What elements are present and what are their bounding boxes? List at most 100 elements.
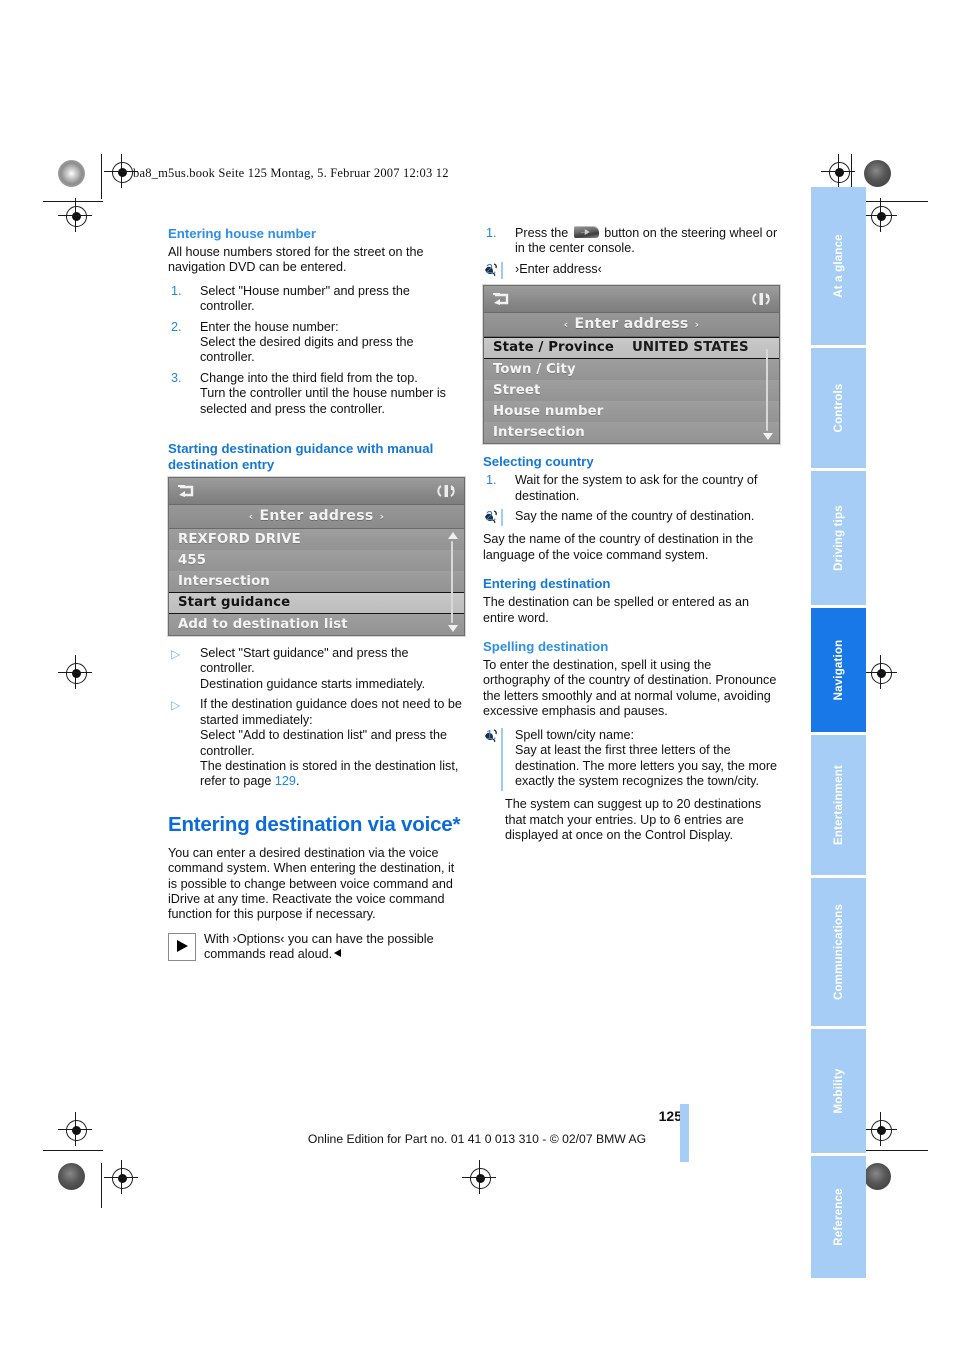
voice-step-bar [501, 727, 503, 792]
title-arrow-right[interactable]: › [373, 510, 390, 523]
tab-reference[interactable]: Reference [811, 1156, 866, 1278]
scroll-track [451, 541, 453, 624]
screen-scrollbar[interactable] [761, 337, 775, 443]
step-number: 2. [171, 319, 182, 334]
step-continuation: Say at least the first three letters of … [515, 743, 778, 788]
tab-navigation[interactable]: Navigation [811, 608, 866, 732]
scroll-down-arrow-icon[interactable] [763, 433, 773, 441]
controller-rotate-icon [436, 482, 456, 500]
screen-row-intersection[interactable]: Intersection [484, 422, 779, 444]
registration-mark-mid-right [863, 655, 897, 689]
screen-row-street[interactable]: REXFORD DRIVE [169, 529, 464, 551]
registration-dot-top-left [58, 160, 85, 187]
list-item: 2. Say the name of the country of destin… [483, 509, 778, 527]
tab-entertainment[interactable]: Entertainment [811, 735, 866, 875]
list-item: 1. Spell town/city name: Say at least th… [483, 727, 778, 792]
registration-dot-bottom-right [864, 1163, 891, 1190]
tab-label: At a glance [832, 234, 845, 298]
screen-menu-list: REXFORD DRIVE 455 Intersection Start gui… [169, 529, 464, 636]
list-item: 1. Select "House number" and press the c… [168, 284, 463, 315]
tab-label: Mobility [832, 1068, 845, 1114]
screen-row-label: State / Province [493, 340, 615, 356]
guidance-bullet-list: ▷ Select "Start guidance" and press the … [168, 646, 463, 790]
registration-mark-bottom-left-2 [104, 1160, 138, 1194]
bullet-continuation: Select "Add to destination list" and pre… [200, 728, 447, 758]
screen-row-state-province[interactable]: State / Province UNITED STATES [484, 337, 779, 360]
step-number: 1. [171, 283, 182, 298]
screen-row-intersection[interactable]: Intersection [169, 571, 464, 593]
step-number: 1. [486, 727, 497, 742]
screen-row-add-to-destination-list[interactable]: Add to destination list [169, 614, 464, 636]
bullet-continuation-2-text: The destination is stored in the destina… [200, 758, 459, 789]
steering-wheel-voice-button-icon [573, 226, 599, 238]
trim-line-left-vertical [101, 154, 102, 199]
heading-spelling-destination: Spelling destination [483, 639, 609, 655]
left-column: Entering house number All house numbers … [168, 226, 465, 963]
screen-row-street[interactable]: Street [484, 380, 779, 402]
list-item: 2. ›Enter address‹ [483, 261, 778, 280]
heading-entering-house-number: Entering house number [168, 226, 317, 241]
triangle-bullet-icon: ▷ [171, 647, 181, 662]
controller-rotate-icon [751, 290, 771, 308]
screen-top-bar [484, 286, 779, 314]
voice-start-steps: 1. Press the button on the steering whee… [483, 226, 778, 280]
bullet-continuation-2-end: . [295, 774, 300, 789]
paragraph-voice-intro: You can enter a desired destination via … [168, 845, 455, 922]
screen-row-house-number[interactable]: House number [484, 401, 779, 423]
screen-top-bar [169, 478, 464, 506]
note-text-value: With ›Options‹ you can have the possible… [204, 931, 434, 962]
paragraph-suggestions: The system can suggest up to 20 destinat… [505, 797, 762, 843]
screen-row-start-guidance[interactable]: Start guidance [169, 592, 464, 615]
step-text: Enter the house number: [200, 319, 339, 334]
list-item: 1. Press the button on the steering whee… [483, 226, 778, 257]
screen-scrollbar[interactable] [446, 529, 460, 635]
registration-dot-bottom-left [58, 1163, 85, 1190]
trim-line-bottom-left [43, 1150, 103, 1151]
step-number: 2. [486, 261, 497, 276]
manual-page: ba8_m5us.book Seite 125 Montag, 5. Febru… [0, 0, 954, 1351]
title-arrow-left[interactable]: ‹ [558, 318, 575, 331]
screen-menu-list: State / Province UNITED STATES Town / Cit… [484, 337, 779, 444]
screen-title-bar: ‹ Enter address › [169, 505, 464, 530]
registration-dot-top-right [864, 160, 891, 187]
trim-line-bottom-right [866, 1150, 928, 1151]
heading-entering-destination: Entering destination [483, 576, 611, 592]
title-arrow-right[interactable]: › [688, 318, 705, 331]
tab-label: Entertainment [832, 765, 845, 845]
screen-title: Enter address [574, 316, 689, 333]
step-text: Select "House number" and press the cont… [200, 283, 410, 314]
trim-line-bottom-left-vertical [101, 1163, 102, 1208]
title-arrow-left[interactable]: ‹ [243, 510, 260, 523]
note-end-mark-icon [334, 949, 342, 958]
paragraph-house-intro: All house numbers stored for the street … [168, 245, 424, 275]
scroll-track [766, 349, 768, 432]
registration-mark-mid-top-left [58, 198, 92, 232]
tab-controls[interactable]: Controls [811, 348, 866, 468]
idrive-screenshot-manual-entry: ‹ Enter address › REXFORD DRIVE 455 Inters… [168, 477, 465, 637]
tab-label: Reference [832, 1188, 845, 1246]
voice-step-bar [501, 509, 503, 527]
scroll-down-arrow-icon[interactable] [448, 625, 458, 633]
voice-step-bar [501, 261, 503, 280]
figure-id-caption [473, 627, 480, 629]
tab-label: Driving tips [832, 505, 845, 571]
tab-label: Communications [832, 903, 845, 1001]
screen-row-town-city[interactable]: Town / City [484, 359, 779, 381]
scroll-up-arrow-icon[interactable] [448, 532, 458, 540]
bullet-text: If the destination guidance does not nee… [200, 697, 462, 727]
page-reference-link[interactable]: 129 [275, 774, 296, 788]
step-number: 1. [486, 226, 497, 240]
tab-driving-tips[interactable]: Driving tips [811, 471, 866, 605]
tab-communications[interactable]: Communications [811, 878, 866, 1026]
list-item: 2. Enter the house number: Select the de… [168, 320, 463, 366]
paragraph-country-language: Say the name of the country of destinati… [483, 532, 754, 562]
list-item: ▷ If the destination guidance does not n… [168, 697, 463, 789]
step-continuation: Select the desired digits and press the … [200, 335, 414, 365]
step-continuation: Turn the controller until the house numb… [200, 386, 446, 416]
tab-at-a-glance[interactable]: At a glance [811, 187, 866, 345]
screen-row-house-number[interactable]: 455 [169, 550, 464, 572]
heading-entering-destination-via-voice: Entering destination via voice* [168, 812, 461, 836]
paragraph-spelling: To enter the destination, spell it using… [483, 658, 777, 719]
step-text-pre: Press the [515, 226, 572, 240]
selecting-country-steps: 1. Wait for the system to ask for the co… [483, 473, 778, 527]
